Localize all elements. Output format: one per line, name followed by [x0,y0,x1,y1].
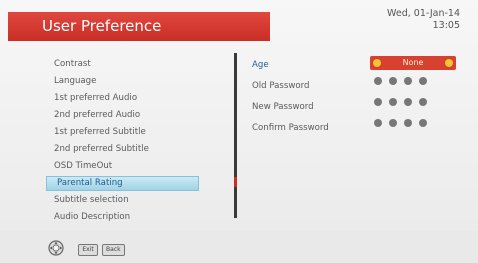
exit-key[interactable]: Exit [78,244,98,256]
new-password-field[interactable] [370,91,458,112]
menu-item-parental-rating[interactable]: Parental Rating [46,176,199,191]
pin-dot-icon [389,76,397,85]
new-password-label: New Password [252,102,314,112]
datetime-display: Wed, 01-Jan-14 13:05 [387,8,460,32]
divider-scroll-marker [234,177,237,187]
pin-dot-icon [389,97,397,106]
settings-menu: Contrast Language 1st preferred Audio 2n… [46,56,220,226]
confirm-password-field[interactable] [370,112,458,133]
date-text: Wed, 01-Jan-14 [387,8,460,19]
arrow-right-icon[interactable] [445,59,453,67]
menu-item-osd-timeout[interactable]: OSD TimeOut [50,158,220,175]
pin-dot-icon [419,97,427,106]
arrow-left-icon[interactable] [373,59,381,67]
old-password-field[interactable] [370,70,458,91]
menu-item-2nd-subtitle[interactable]: 2nd preferred Subtitle [50,141,220,158]
parental-fields: Age Old Password New Password Confirm Pa… [252,55,329,139]
footer-bar [0,231,478,263]
age-label: Age [252,60,269,70]
back-key[interactable]: Back [102,244,125,256]
parental-values: None [370,55,458,133]
age-selector[interactable]: None [370,56,456,70]
time-text: 13:05 [432,20,460,31]
pin-dot-icon [374,97,382,106]
tv-screen: User Preference Wed, 01-Jan-14 13:05 Con… [0,0,478,263]
menu-item-subtitle-selection[interactable]: Subtitle selection [50,192,220,209]
pin-dot-icon [419,76,427,85]
pin-dot-icon [404,118,412,127]
menu-item-language[interactable]: Language [50,73,220,90]
pin-dot-icon [404,97,412,106]
page-title: User Preference [42,17,162,35]
navigation-pad-icon [48,240,64,256]
menu-item-audio-description[interactable]: Audio Description [50,209,220,226]
pin-dot-icon [404,76,412,85]
pin-dot-icon [374,76,382,85]
pin-dot-icon [419,118,427,127]
menu-item-1st-subtitle[interactable]: 1st preferred Subtitle [50,124,220,141]
menu-item-contrast[interactable]: Contrast [50,56,220,73]
title-bar: User Preference [8,12,270,41]
menu-item-1st-audio[interactable]: 1st preferred Audio [50,90,220,107]
pin-dot-icon [389,118,397,127]
panel-divider [234,53,237,218]
old-password-label: Old Password [252,81,310,91]
confirm-password-label: Confirm Password [252,123,329,133]
pin-dot-icon [374,118,382,127]
menu-item-2nd-audio[interactable]: 2nd preferred Audio [50,107,220,124]
age-value: None [402,58,424,67]
